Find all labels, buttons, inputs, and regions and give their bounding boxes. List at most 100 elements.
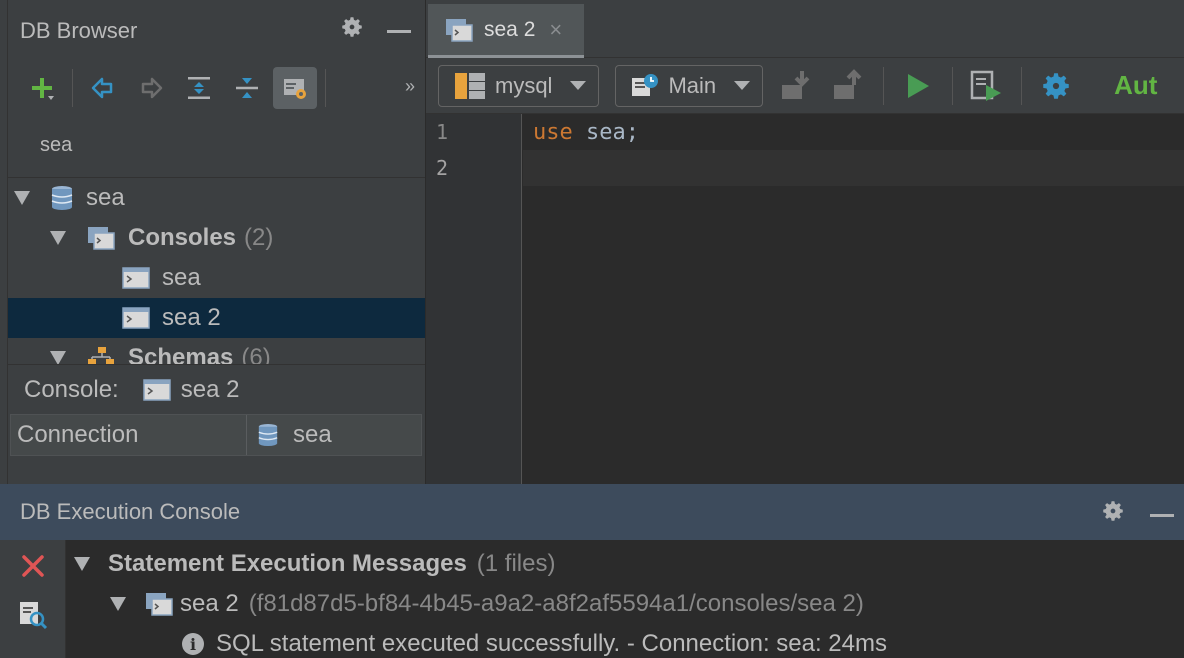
console-icon [142, 378, 171, 401]
console-icon [122, 267, 150, 289]
db-browser-header: DB Browser [8, 0, 425, 62]
more-actions-icon[interactable]: » [405, 76, 415, 97]
console-value: sea 2 [180, 375, 240, 403]
messages-group-label: Statement Execution Messages [108, 550, 467, 577]
console-side-toolbar [0, 540, 66, 658]
console-item-label: sea [162, 264, 201, 291]
add-icon[interactable] [20, 67, 64, 109]
code-editor[interactable]: 1 2 use sea; [426, 114, 1184, 484]
execution-console-panel: DB Execution Console Statement Execution… [0, 484, 1184, 658]
toolbar-separator [72, 69, 73, 107]
message-text: SQL statement executed successfully. - C… [216, 630, 887, 657]
expand-all-icon[interactable] [177, 67, 221, 109]
editor-tab-bar: sea 2 × [426, 0, 1184, 58]
database-icon [258, 424, 278, 446]
toolbar-separator [325, 69, 326, 107]
messages-file-path: (f81d87d5-bf84-4b45-a9a2-a8f2af5594a1/co… [248, 590, 864, 617]
connection-combo-label: mysql [495, 72, 553, 98]
connection-value-cell[interactable]: sea [247, 415, 421, 455]
line-number: 1 [436, 120, 449, 144]
schema-icon [632, 73, 659, 96]
editor-toolbar: mysql Main Aut [426, 58, 1184, 114]
minimize-icon[interactable] [1150, 513, 1174, 517]
consoles-folder-icon [146, 593, 173, 616]
consoles-folder-icon [88, 227, 115, 250]
sql-keyword: use [533, 119, 573, 145]
line-number: 2 [436, 156, 449, 180]
toolbar-separator [952, 66, 954, 105]
close-red-icon[interactable] [19, 552, 47, 585]
connection-table: Connection sea [10, 414, 422, 456]
toolbar-separator [883, 66, 885, 105]
auto-commit-label[interactable]: Aut [1114, 70, 1157, 101]
expand-arrow-icon[interactable] [50, 231, 66, 245]
navigate-forward-icon[interactable] [129, 67, 173, 109]
editor-panel: sea 2 × mysql Main Aut 1 2 use sea; [426, 0, 1184, 484]
tree-node-consoles[interactable]: Consoles (2) [8, 218, 425, 258]
line-gutter: 1 2 [426, 114, 522, 484]
run-icon[interactable] [900, 68, 936, 104]
filter-text: sea [40, 134, 73, 156]
console-info-row: Console: sea 2 [8, 364, 425, 414]
connection-value: sea [293, 421, 332, 448]
messages-group-row[interactable]: Statement Execution Messages (1 files) [66, 544, 1184, 584]
filter-row: sea [8, 114, 425, 178]
execution-console-header: DB Execution Console [0, 484, 1184, 540]
expand-arrow-icon[interactable] [50, 351, 66, 364]
commit-icon[interactable] [779, 68, 815, 104]
messages-group-count: (1 files) [476, 550, 556, 577]
console-item-label: sea 2 [162, 304, 221, 331]
tree-node-console-sea[interactable]: sea [8, 258, 425, 298]
chevron-down-icon [570, 81, 587, 90]
execute-file-icon[interactable] [969, 68, 1005, 104]
toolbar-separator [1021, 66, 1023, 105]
connection-settings-icon[interactable] [273, 67, 317, 109]
settings-gear-icon[interactable] [1038, 68, 1074, 104]
expand-arrow-icon[interactable] [14, 191, 30, 205]
message-row[interactable]: i SQL statement executed successfully. -… [66, 624, 1184, 658]
tree-node-schemas[interactable]: Schemas (6) [8, 338, 425, 364]
schemas-label: Schemas [128, 344, 234, 364]
db-browser-toolbar: » [8, 62, 425, 114]
console-icon [446, 18, 473, 42]
schema-combo[interactable]: Main [615, 64, 764, 107]
schemas-icon [88, 347, 114, 364]
execution-console-title: DB Execution Console [20, 499, 241, 524]
tab-label: sea 2 [484, 17, 536, 41]
collapse-all-icon[interactable] [225, 67, 269, 109]
connection-header: Connection [11, 415, 247, 455]
minimize-icon[interactable] [387, 29, 411, 33]
connection-combo[interactable]: mysql [438, 64, 600, 107]
code-line[interactable]: use sea; [523, 114, 1184, 150]
messages-file-row[interactable]: sea 2 (f81d87d5-bf84-4b45-a9a2-a8f2af559… [66, 584, 1184, 624]
settings-gear-icon[interactable] [339, 14, 365, 46]
schema-combo-label: Main [668, 72, 717, 98]
chevron-down-icon [734, 81, 751, 90]
tree-node-console-sea-2[interactable]: sea 2 [8, 298, 425, 338]
execution-messages: Statement Execution Messages (1 files) s… [66, 540, 1184, 658]
database-icon [51, 186, 73, 210]
close-icon[interactable]: × [549, 17, 562, 43]
rollback-icon[interactable] [831, 68, 867, 104]
console-caption: Console: [24, 375, 119, 403]
mysql-connection-icon [455, 72, 485, 99]
messages-file-label: sea 2 [180, 590, 239, 617]
code-lines[interactable]: use sea; [523, 114, 1184, 186]
info-icon: i [182, 633, 204, 655]
tab-sea-2[interactable]: sea 2 × [428, 4, 584, 58]
console-icon [122, 307, 150, 329]
consoles-count: (2) [244, 224, 274, 251]
left-tool-strip [0, 0, 8, 484]
settings-gear-icon[interactable] [1100, 498, 1126, 530]
consoles-label: Consoles [128, 224, 237, 251]
db-tree: sea Consoles (2) sea sea 2 Schemas (6) [8, 178, 425, 364]
db-browser-panel: DB Browser » sea sea Consoles (2) sea se… [0, 0, 426, 484]
navigate-back-icon[interactable] [81, 67, 125, 109]
search-file-icon[interactable] [17, 599, 49, 636]
tree-root-label: sea [86, 184, 125, 211]
sql-text: sea; [572, 119, 639, 145]
code-line-current[interactable] [523, 150, 1184, 186]
expand-arrow-icon[interactable] [110, 597, 126, 611]
tree-node-root[interactable]: sea [8, 178, 425, 218]
expand-arrow-icon[interactable] [74, 557, 90, 571]
